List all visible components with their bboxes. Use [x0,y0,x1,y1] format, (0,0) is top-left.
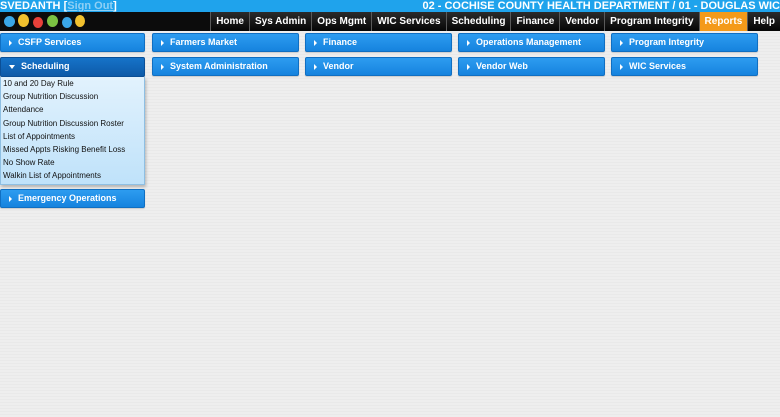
nav-sys-admin[interactable]: Sys Admin [248,12,312,31]
arrow-right-icon [620,39,623,46]
tile-system-administration[interactable]: System Administration [152,57,299,76]
sign-out-link[interactable]: Sign Out [67,0,113,12]
scheduling-reports-menu: 10 and 20 Day Rule Group Nutrition Discu… [0,77,145,185]
arrow-right-icon [161,63,164,70]
tile-farmers-market[interactable]: Farmers Market [152,33,299,52]
top-status-bar: SVEDANTH [Sign Out] 02 - COCHISE COUNTY … [0,0,780,12]
tile-label: WIC Services [629,61,687,71]
arrow-right-icon [314,63,317,70]
tile-emergency-operations[interactable]: Emergency Operations [0,189,145,208]
nav-finance[interactable]: Finance [510,12,560,31]
arrow-right-icon [9,195,12,202]
nav-vendor[interactable]: Vendor [559,12,605,31]
nav-ops-mgmt[interactable]: Ops Mgmt [311,12,372,31]
tile-program-integrity[interactable]: Program Integrity [611,33,758,52]
report-attendance[interactable]: Attendance [1,103,144,116]
tile-finance[interactable]: Finance [305,33,452,52]
menu-bar: Home Sys Admin Ops Mgmt WIC Services Sch… [210,12,780,31]
arrow-down-icon [9,64,15,69]
nav-help[interactable]: Help [747,12,780,31]
bracket-close: ] [113,0,117,12]
department-label: 02 - COCHISE COUNTY HEALTH DEPARTMENT / … [422,0,780,12]
tile-scheduling[interactable]: Scheduling [0,57,145,77]
tile-label: Program Integrity [629,37,705,47]
tile-label: CSFP Services [18,37,82,47]
nav-wic-services[interactable]: WIC Services [371,12,446,31]
tile-wic-services[interactable]: WIC Services [611,57,758,76]
nav-scheduling[interactable]: Scheduling [445,12,511,31]
username: SVEDANTH [0,0,61,12]
report-walkin-list[interactable]: Walkin List of Appointments [1,169,144,182]
nav-program-integrity[interactable]: Program Integrity [604,12,699,31]
nav-reports[interactable]: Reports [698,12,748,31]
app-logo [0,12,110,31]
arrow-right-icon [314,39,317,46]
arrow-right-icon [9,39,12,46]
tile-label: Emergency Operations [18,193,117,203]
tile-operations-management[interactable]: Operations Management [458,33,605,52]
user-info: SVEDANTH [Sign Out] [0,0,117,12]
arrow-right-icon [620,63,623,70]
tile-label: Finance [323,37,358,47]
nav-home[interactable]: Home [210,12,249,31]
arrow-right-icon [467,63,470,70]
main-navigation: Home Sys Admin Ops Mgmt WIC Services Sch… [0,12,780,31]
report-10-20-day-rule[interactable]: 10 and 20 Day Rule [1,77,144,90]
tile-csfp-services[interactable]: CSFP Services [0,33,145,52]
report-missed-appts[interactable]: Missed Appts Risking Benefit Loss [1,143,144,156]
report-group-nutrition-discussion[interactable]: Group Nutrition Discussion [1,90,144,103]
report-no-show-rate[interactable]: No Show Rate [1,156,144,169]
tile-label: Scheduling [21,61,70,71]
tile-label: Farmers Market [170,37,238,47]
tile-label: Vendor [323,61,354,71]
tile-label: System Administration [170,61,268,71]
tile-label: Operations Management [476,37,582,47]
tile-label: Vendor Web [476,61,528,71]
report-group-nutrition-roster[interactable]: Group Nutrition Discussion Roster [1,117,144,130]
tile-vendor-web[interactable]: Vendor Web [458,57,605,76]
arrow-right-icon [161,39,164,46]
tile-vendor[interactable]: Vendor [305,57,452,76]
report-list-of-appointments[interactable]: List of Appointments [1,130,144,143]
arrow-right-icon [467,39,470,46]
